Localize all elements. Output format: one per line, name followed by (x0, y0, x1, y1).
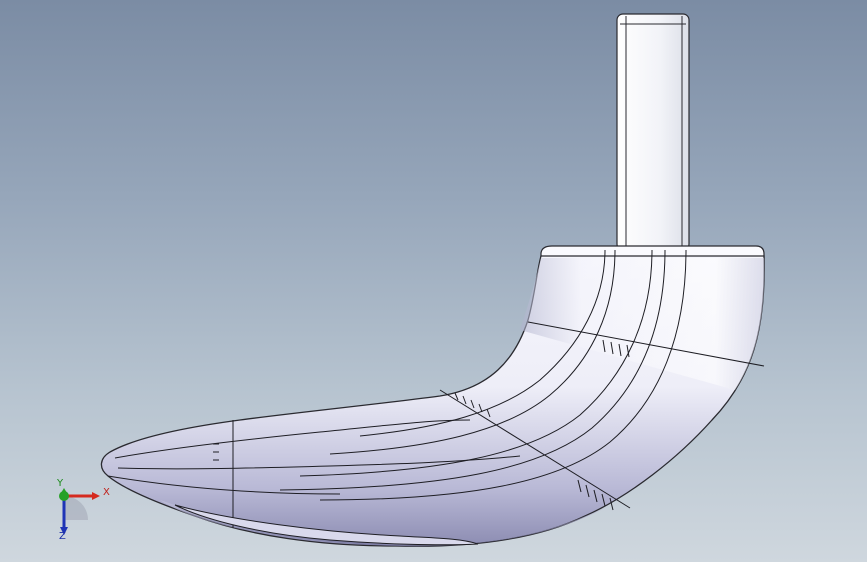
3d-model-view[interactable] (0, 0, 867, 562)
triad-x-label: X (103, 487, 110, 498)
graphics-viewport[interactable]: X Y Z (0, 0, 867, 562)
triad-y-label: Y (57, 478, 64, 489)
triad-z-label: Z (59, 531, 66, 542)
coordinate-triad: X Y Z (44, 478, 114, 550)
club-head[interactable] (100, 249, 765, 547)
shaft[interactable] (616, 13, 690, 251)
